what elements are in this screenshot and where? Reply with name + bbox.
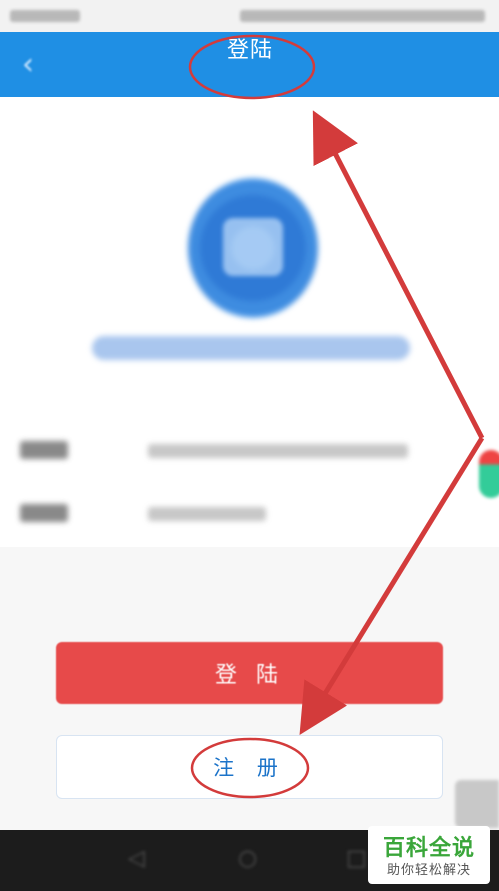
chevron-left-icon[interactable]: ‹ [14, 48, 42, 82]
account-row[interactable] [0, 420, 499, 480]
password-input-blurred[interactable] [148, 507, 266, 521]
page-title: 登陆 [226, 38, 273, 63]
watermark-title: 百科全说 [382, 836, 475, 861]
app-logo-inner [223, 218, 283, 276]
login-button-label: 登 陆 [215, 663, 284, 688]
watermark-logo: 百科全说 助你轻松解决 [368, 826, 490, 884]
register-button-label: 注 册 [213, 756, 286, 780]
login-button[interactable]: 登 陆 [56, 642, 443, 704]
password-label-blurred [20, 504, 68, 522]
status-left-icons [10, 10, 80, 22]
account-name-blurred [92, 336, 410, 360]
floating-badge-icon[interactable] [479, 450, 499, 498]
watermark-subtitle: 助你轻松解决 [386, 863, 471, 878]
back-triangle-icon[interactable]: ◁ [128, 846, 145, 871]
account-input-blurred[interactable] [148, 444, 408, 458]
account-label-blurred [20, 441, 68, 459]
password-row[interactable] [0, 483, 499, 543]
recents-square-icon[interactable]: □ [346, 846, 367, 871]
status-bar [0, 0, 499, 32]
register-button[interactable]: 注 册 [56, 735, 443, 799]
home-circle-icon[interactable]: ○ [238, 846, 257, 871]
status-right-icons [240, 10, 485, 22]
floating-scroll-icon[interactable] [455, 780, 499, 828]
